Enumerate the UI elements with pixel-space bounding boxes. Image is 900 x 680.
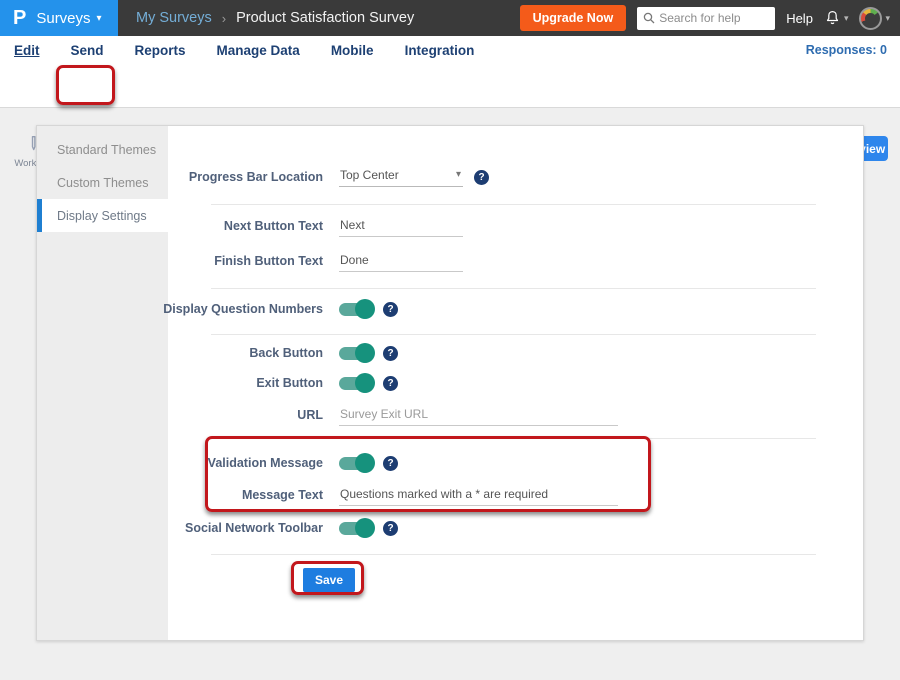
divider xyxy=(211,288,816,289)
logo-area[interactable]: P Surveys ▾ xyxy=(0,0,118,36)
progress-bar-location-select[interactable]: Top Center ▾ xyxy=(339,168,463,187)
nav-tab-reports[interactable]: Reports xyxy=(135,43,186,58)
field-label: Display Question Numbers xyxy=(82,302,323,316)
toggle-knob xyxy=(355,453,375,473)
chevron-down-icon: ▾ xyxy=(885,13,890,24)
exit-button-toggle[interactable] xyxy=(339,377,372,390)
nav-tab-edit[interactable]: Edit xyxy=(14,43,40,58)
validation-message-toggle[interactable] xyxy=(339,457,372,470)
finish-button-text-input[interactable] xyxy=(339,251,463,272)
topbar-right: Upgrade Now Help ▾ ▾ xyxy=(520,5,900,31)
divider xyxy=(211,438,816,439)
help-icon[interactable]: ? xyxy=(474,170,489,185)
divider xyxy=(211,554,816,555)
chevron-down-icon: ▾ xyxy=(844,13,849,24)
field-label: Exit Button xyxy=(82,376,323,390)
next-button-text-row: Next Button Text xyxy=(82,214,463,238)
field-label: Progress Bar Location xyxy=(82,170,323,184)
field-label: Social Network Toolbar xyxy=(82,521,323,535)
back-button-row: Back Button ? xyxy=(82,341,398,365)
divider xyxy=(211,204,816,205)
social-network-toolbar-toggle[interactable] xyxy=(339,522,372,535)
progress-bar-location-row: Progress Bar Location Top Center ▾ ? xyxy=(82,165,489,189)
sidebar-item-standard-themes[interactable]: Standard Themes xyxy=(37,133,168,166)
questionpro-logo: P xyxy=(13,7,26,30)
top-bar: P Surveys ▾ My Surveys › Product Satisfa… xyxy=(0,0,900,36)
toggle-knob xyxy=(355,373,375,393)
field-label: Finish Button Text xyxy=(82,254,323,268)
social-network-toolbar-row: Social Network Toolbar ? xyxy=(82,516,398,540)
design-settings-panel: Standard Themes Custom Themes Display Se… xyxy=(36,125,864,641)
field-label: Back Button xyxy=(82,346,323,360)
avatar-gauge-icon xyxy=(865,13,876,24)
product-menu-label: Surveys xyxy=(36,10,90,27)
message-text-input[interactable] xyxy=(339,485,618,506)
exit-url-row: URL xyxy=(82,403,618,427)
save-button[interactable]: Save xyxy=(303,568,355,592)
toggle-knob xyxy=(355,343,375,363)
breadcrumb: My Surveys › Product Satisfaction Survey xyxy=(136,10,414,26)
nav-tab-integration[interactable]: Integration xyxy=(405,43,475,58)
help-link[interactable]: Help xyxy=(786,11,813,26)
help-icon[interactable]: ? xyxy=(383,346,398,361)
notifications-bell[interactable]: ▾ xyxy=(824,9,849,27)
nav-tab-send[interactable]: Send xyxy=(71,43,104,58)
divider xyxy=(211,334,816,335)
sidebar-item-label: Standard Themes xyxy=(57,143,156,157)
field-label: Validation Message xyxy=(82,456,323,470)
help-icon[interactable]: ? xyxy=(383,376,398,391)
finish-button-text-row: Finish Button Text xyxy=(82,249,463,273)
avatar xyxy=(859,7,882,30)
chevron-down-icon: ▾ xyxy=(97,13,102,24)
help-search-input[interactable] xyxy=(659,11,764,25)
surveys-product-menu[interactable]: Surveys ▾ xyxy=(36,10,101,27)
upgrade-now-button[interactable]: Upgrade Now xyxy=(520,5,627,31)
toggle-knob xyxy=(355,299,375,319)
field-label: Next Button Text xyxy=(82,219,323,233)
selected-value: Top Center xyxy=(340,168,399,182)
nav-tab-manage-data[interactable]: Manage Data xyxy=(217,43,300,58)
next-button-text-input[interactable] xyxy=(339,216,463,237)
survey-exit-url-input[interactable] xyxy=(339,405,618,426)
exit-button-row: Exit Button ? xyxy=(82,371,398,395)
help-icon[interactable]: ? xyxy=(383,521,398,536)
chevron-down-icon: ▾ xyxy=(456,169,461,180)
field-label: URL xyxy=(82,408,323,422)
validation-message-row: Validation Message ? xyxy=(82,451,398,475)
survey-nav: Edit Send Reports Manage Data Mobile Int… xyxy=(0,36,900,64)
breadcrumb-current-survey: Product Satisfaction Survey xyxy=(236,10,414,26)
responses-count: Responses: 0 xyxy=(806,43,887,57)
back-button-toggle[interactable] xyxy=(339,347,372,360)
search-icon xyxy=(643,12,655,24)
message-text-row: Message Text xyxy=(82,483,618,507)
account-menu[interactable]: ▾ xyxy=(859,7,890,30)
display-question-numbers-toggle[interactable] xyxy=(339,303,372,316)
field-label: Message Text xyxy=(82,488,323,502)
nav-tab-mobile[interactable]: Mobile xyxy=(331,43,374,58)
edit-toolbar: Workspace Design Languages Security Medi… xyxy=(0,64,900,108)
display-question-numbers-row: Display Question Numbers ? xyxy=(82,297,398,321)
toggle-knob xyxy=(355,518,375,538)
help-icon[interactable]: ? xyxy=(383,302,398,317)
help-icon[interactable]: ? xyxy=(383,456,398,471)
bell-icon xyxy=(824,9,841,27)
breadcrumb-separator-icon: › xyxy=(222,11,226,26)
breadcrumb-my-surveys[interactable]: My Surveys xyxy=(136,10,212,26)
help-search-box[interactable] xyxy=(637,7,775,30)
